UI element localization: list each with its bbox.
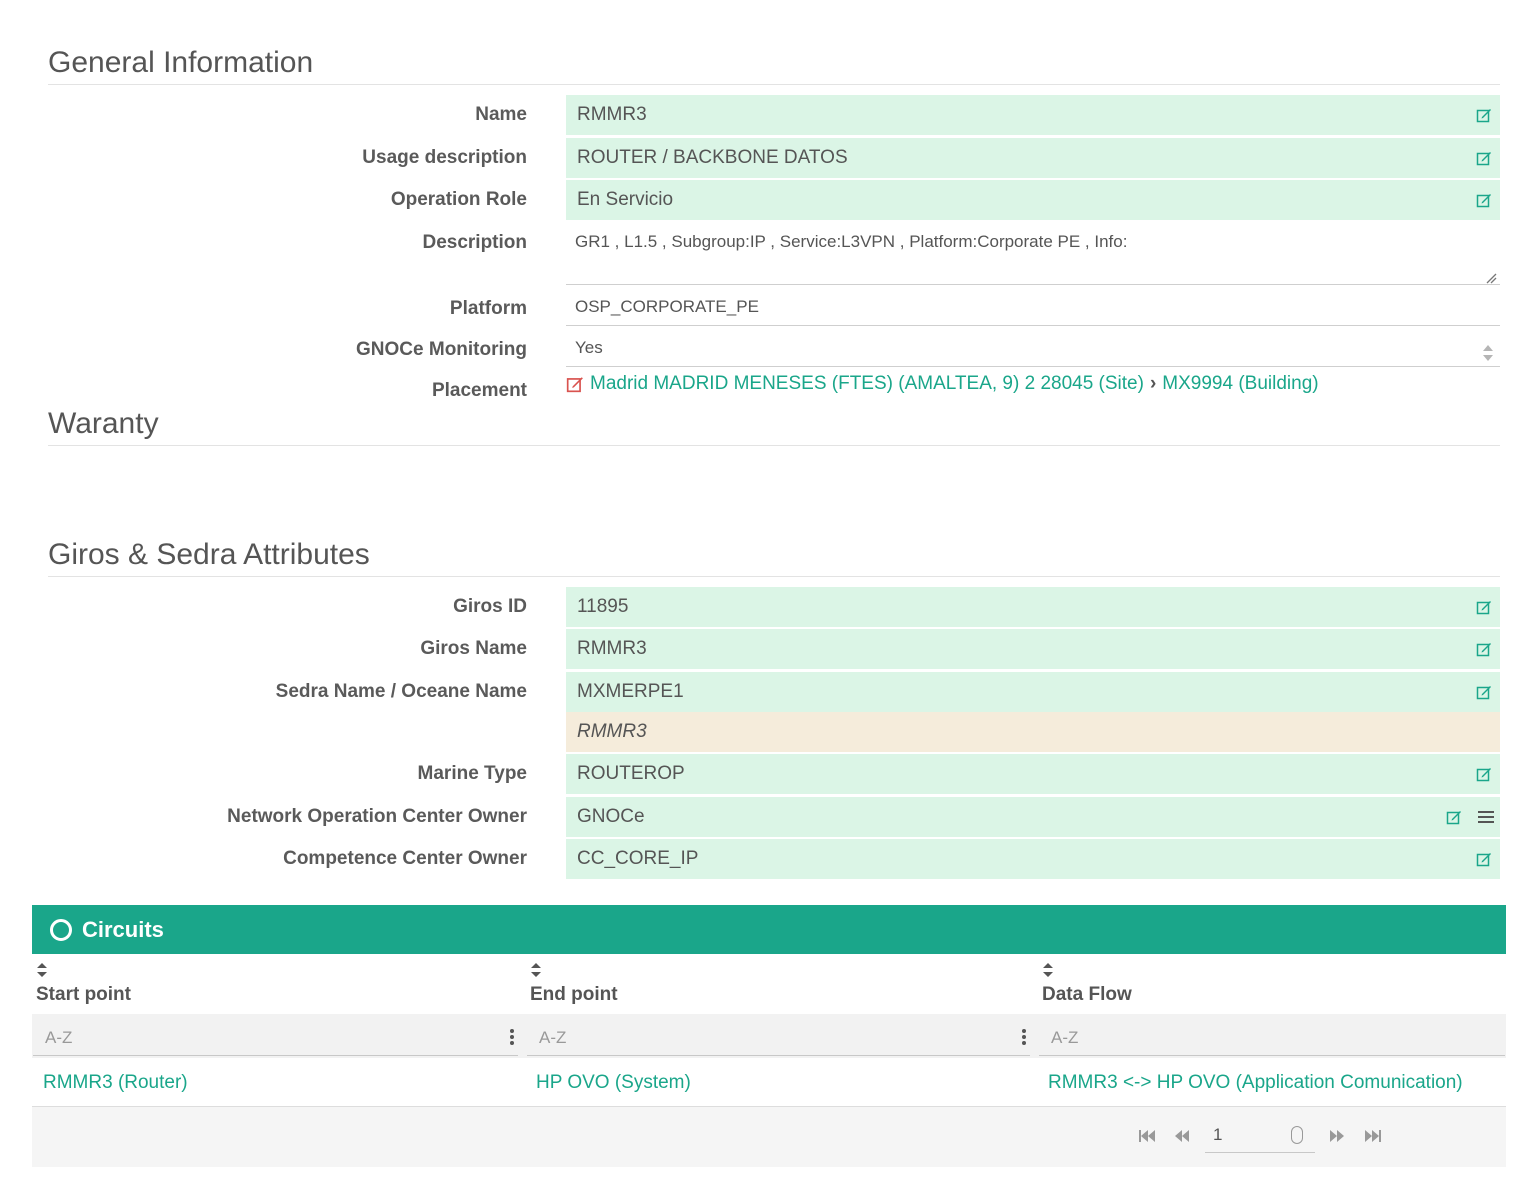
stepper-icon[interactable] <box>1291 1126 1303 1144</box>
edit-icon[interactable] <box>1476 851 1492 867</box>
next-page-icon[interactable] <box>1326 1127 1346 1145</box>
operation-role-label: Operation Role <box>390 189 527 210</box>
placement-site-link[interactable]: Madrid MADRID MENESES (FTES) (AMALTEA, 9… <box>590 373 1144 395</box>
operation-role-value: En Servicio <box>577 189 674 210</box>
giros-id-label: Giros ID <box>453 596 527 617</box>
giros-name-label: Giros Name <box>420 638 527 659</box>
circuits-title: Circuits <box>82 916 164 942</box>
data-flow-link[interactable]: RMMR3 <-> HP OVO (Application Comunicati… <box>1048 1072 1463 1094</box>
more-options-icon[interactable] <box>1022 1029 1026 1047</box>
column-label: Start point <box>36 984 131 1005</box>
platform-value: OSP_CORPORATE_PE <box>575 297 759 316</box>
edit-icon[interactable] <box>1446 809 1462 825</box>
edit-icon[interactable] <box>1476 766 1492 782</box>
sedra-oceane-label: Sedra Name / Oceane Name <box>275 681 527 702</box>
platform-label: Platform <box>449 298 527 319</box>
start-point-filter[interactable]: A-Z <box>33 1020 518 1056</box>
column-header-end-point[interactable]: End point <box>530 962 618 1006</box>
name-field[interactable]: RMMR3 <box>566 95 1500 135</box>
edit-icon[interactable] <box>1476 192 1492 208</box>
select-arrows-icon <box>1482 339 1494 361</box>
edit-icon[interactable] <box>1476 599 1492 615</box>
filter-placeholder: A-Z <box>45 1028 73 1047</box>
gnoce-monitoring-value: Yes <box>575 338 603 357</box>
data-flow-filter[interactable]: A-Z <box>1039 1020 1505 1056</box>
column-label: End point <box>530 984 618 1005</box>
marine-type-field[interactable]: ROUTEROP <box>566 754 1500 794</box>
column-label: Data Flow <box>1042 984 1132 1005</box>
marine-type-value: ROUTEROP <box>577 763 685 784</box>
more-options-icon[interactable] <box>510 1029 514 1047</box>
giros-id-field[interactable]: 11895 <box>566 587 1500 627</box>
first-page-icon[interactable] <box>1138 1127 1158 1145</box>
competence-center-label: Competence Center Owner <box>283 848 527 869</box>
placement-building-link[interactable]: MX9994 (Building) <box>1162 373 1318 395</box>
last-page-icon[interactable] <box>1362 1127 1382 1145</box>
menu-icon[interactable] <box>1478 809 1494 825</box>
competence-center-value: CC_CORE_IP <box>577 848 699 869</box>
circuits-panel-header[interactable]: Circuits <box>32 905 1506 954</box>
oceane-name-value: RMMR3 <box>577 721 647 742</box>
gnoce-monitoring-select[interactable]: Yes <box>566 330 1500 367</box>
resize-grip-icon[interactable] <box>1485 269 1497 284</box>
noc-owner-field[interactable]: GNOCe <box>566 797 1500 837</box>
giros-name-field[interactable]: RMMR3 <box>566 629 1500 669</box>
edit-icon[interactable] <box>1476 641 1492 657</box>
column-header-data-flow[interactable]: Data Flow <box>1042 962 1132 1006</box>
placement-edit-icon[interactable] <box>566 375 584 393</box>
end-point-link[interactable]: HP OVO (System) <box>536 1072 691 1094</box>
name-label: Name <box>475 104 527 125</box>
page-number-input[interactable]: 1 <box>1205 1120 1315 1153</box>
general-information-title: General Information <box>48 46 1500 85</box>
platform-field[interactable]: OSP_CORPORATE_PE <box>566 290 1500 326</box>
marine-type-label: Marine Type <box>417 763 527 784</box>
description-textarea[interactable]: GR1 , L1.5 , Subgroup:IP , Service:L3VPN… <box>566 222 1500 285</box>
competence-center-field[interactable]: CC_CORE_IP <box>566 839 1500 879</box>
edit-icon[interactable] <box>1476 684 1492 700</box>
page-number-value: 1 <box>1213 1125 1223 1144</box>
previous-page-icon[interactable] <box>1173 1127 1193 1145</box>
filter-placeholder: A-Z <box>1051 1028 1079 1047</box>
usage-description-field[interactable]: ROUTER / BACKBONE DATOS <box>566 138 1500 178</box>
refresh-icon <box>50 918 72 941</box>
sort-icon[interactable] <box>1042 962 1054 978</box>
sedra-name-value: MXMERPE1 <box>577 681 684 702</box>
start-point-link[interactable]: RMMR3 (Router) <box>43 1072 188 1094</box>
end-point-filter[interactable]: A-Z <box>527 1020 1030 1056</box>
giros-sedra-title: Giros & Sedra Attributes <box>48 538 1500 577</box>
edit-icon[interactable] <box>1476 107 1492 123</box>
description-value: GR1 , L1.5 , Subgroup:IP , Service:L3VPN… <box>575 232 1128 251</box>
placement-value: Madrid MADRID MENESES (FTES) (AMALTEA, 9… <box>566 373 1319 395</box>
usage-description-value: ROUTER / BACKBONE DATOS <box>577 147 848 168</box>
noc-owner-value: GNOCe <box>577 806 645 827</box>
column-header-start-point[interactable]: Start point <box>36 962 131 1006</box>
sort-icon[interactable] <box>36 962 48 978</box>
edit-icon[interactable] <box>1476 150 1492 166</box>
sort-icon[interactable] <box>530 962 542 978</box>
sedra-name-field[interactable]: MXMERPE1 <box>566 672 1500 712</box>
name-value: RMMR3 <box>577 104 647 125</box>
description-label: Description <box>422 232 527 253</box>
chevron-right-icon: › <box>1149 373 1157 394</box>
placement-label: Placement <box>431 380 527 401</box>
usage-description-label: Usage description <box>362 147 527 168</box>
gnoce-monitoring-label: GNOCe Monitoring <box>356 339 527 360</box>
warranty-title: Waranty <box>48 407 1500 446</box>
giros-id-value: 11895 <box>577 596 629 617</box>
operation-role-field[interactable]: En Servicio <box>566 180 1500 220</box>
giros-name-value: RMMR3 <box>577 638 647 659</box>
noc-owner-label: Network Operation Center Owner <box>227 806 527 827</box>
oceane-name-field: RMMR3 <box>566 712 1500 752</box>
filter-placeholder: A-Z <box>539 1028 567 1047</box>
